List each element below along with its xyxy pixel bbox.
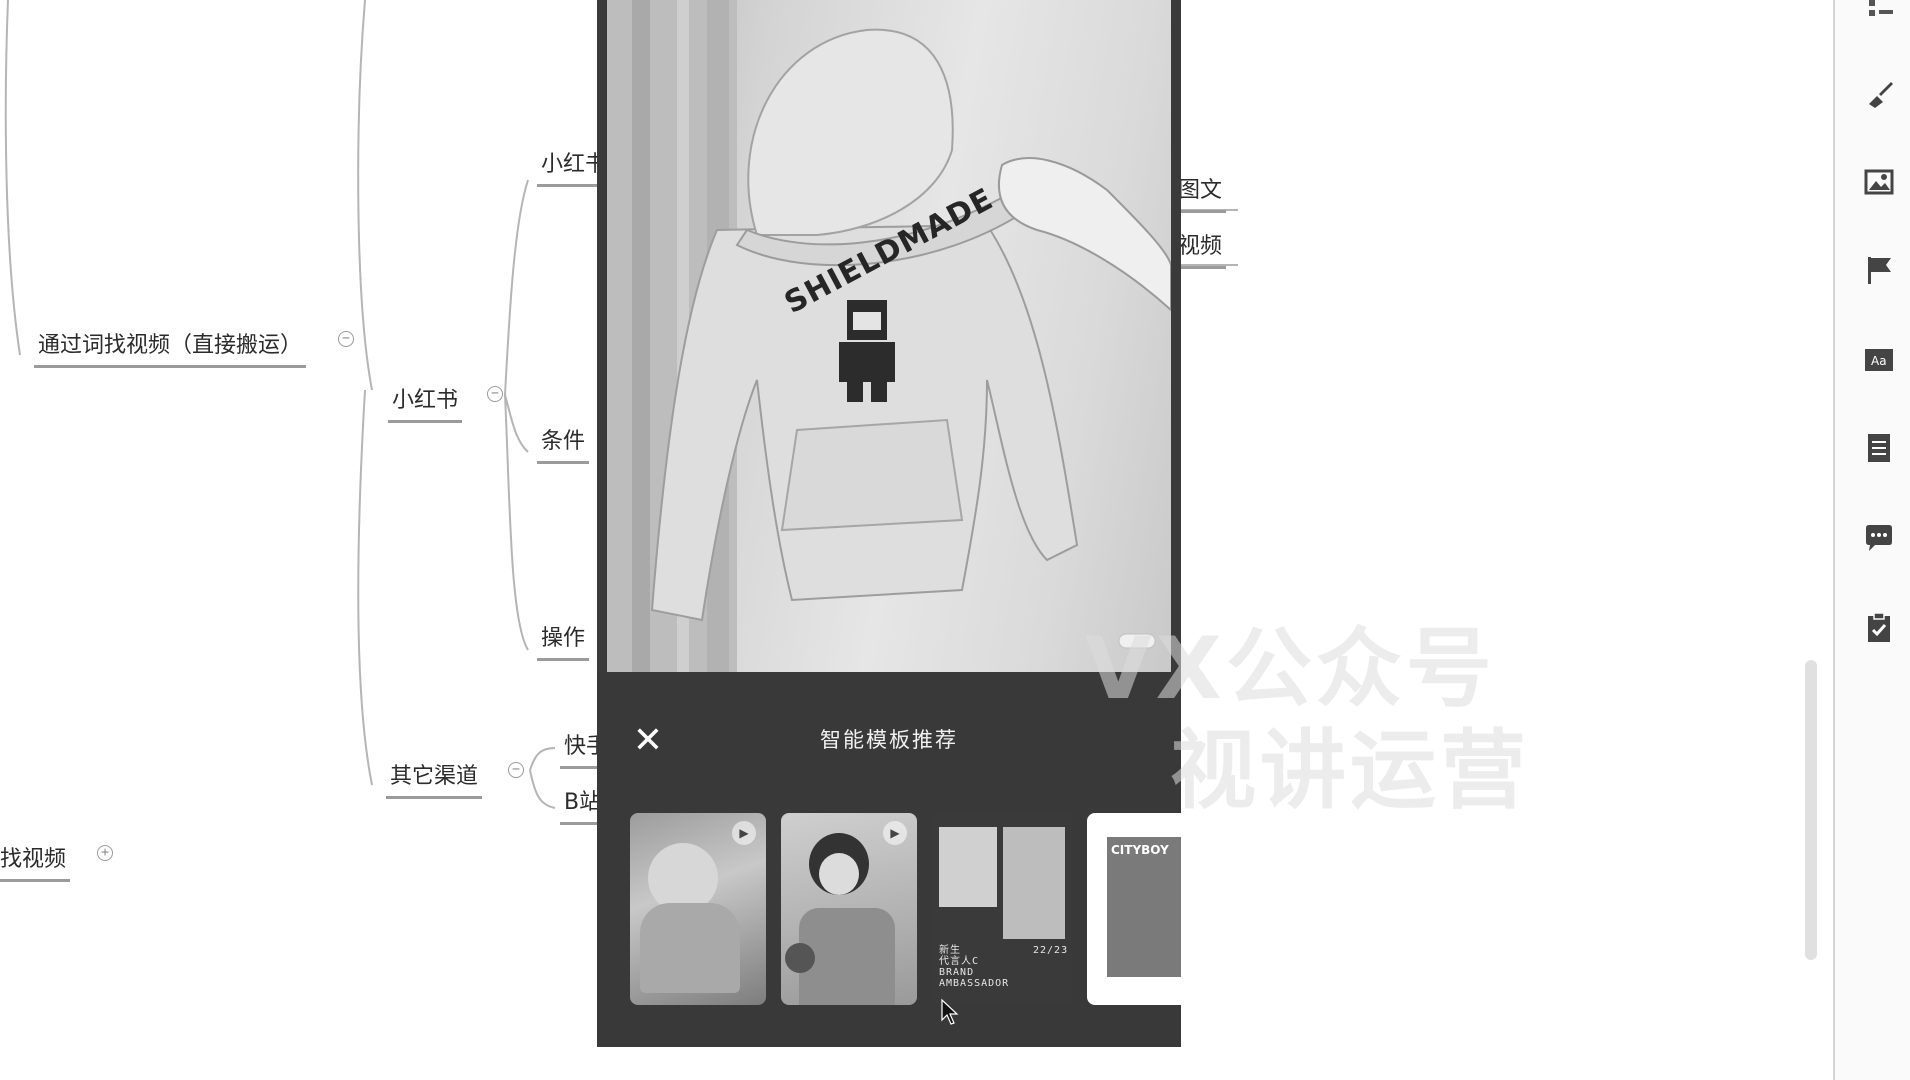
template-card-4[interactable]: CITYBOY xyxy=(1087,813,1181,1005)
expand-toggle-icon[interactable]: + xyxy=(97,845,113,861)
node-image-text[interactable]: 图文 xyxy=(1176,172,1227,213)
template-date: 22/23 xyxy=(1033,945,1069,956)
template-brand-text: CITYBOY xyxy=(1111,843,1169,857)
svg-text:Aa: Aa xyxy=(1871,354,1887,368)
comment-icon[interactable] xyxy=(1863,522,1895,554)
node-video[interactable]: 视频 xyxy=(1176,228,1227,269)
collapse-toggle-icon[interactable]: − xyxy=(487,386,503,402)
mouse-cursor-icon xyxy=(941,998,959,1025)
template-text-line: AMBASSADOR xyxy=(939,978,1010,989)
template-panel: ✕ 智能模板推荐 ▶ ▶ 新生 代言人C BRAND AMBASSADOR 22… xyxy=(597,672,1181,1047)
node-operation[interactable]: 操作 xyxy=(537,620,590,661)
vertical-scrollbar[interactable] xyxy=(1805,660,1817,960)
template-text-line: 新生 xyxy=(939,945,961,956)
task-icon[interactable] xyxy=(1863,612,1895,644)
right-toolbar: Aa xyxy=(1833,0,1910,1080)
node-conditions[interactable]: 条件 xyxy=(537,423,590,464)
image-icon[interactable] xyxy=(1863,166,1895,198)
brush-icon[interactable] xyxy=(1863,78,1895,110)
collapse-toggle-icon[interactable]: − xyxy=(338,331,354,347)
play-icon: ▶ xyxy=(883,821,907,845)
phone-screen-overlay: SHIELDMADE ✕ 智能模板推荐 ▶ ▶ 新生 代言人C BRAND AM… xyxy=(597,0,1181,1047)
collapse-toggle-icon[interactable]: − xyxy=(508,762,524,778)
node-find-video[interactable]: 找视频 xyxy=(0,841,71,882)
outline-icon[interactable] xyxy=(1863,0,1895,32)
template-text-line: 代言人C xyxy=(939,956,980,967)
flag-icon[interactable] xyxy=(1863,254,1895,286)
node-xiaohongshu[interactable]: 小红书 xyxy=(388,382,463,423)
template-card-3[interactable]: 新生 代言人C BRAND AMBASSADOR 22/23 xyxy=(933,813,1073,1005)
text-box-icon[interactable]: Aa xyxy=(1863,344,1895,376)
watermark-line-2: 视讲运营 xyxy=(1170,721,1530,821)
panel-title: 智能模板推荐 xyxy=(820,728,958,752)
node-search-by-keyword[interactable]: 通过词找视频（直接搬运） xyxy=(34,327,307,368)
hoodie-illustration xyxy=(607,0,1171,672)
node-other-channels[interactable]: 其它渠道 xyxy=(386,758,483,799)
template-card-2[interactable]: ▶ xyxy=(781,813,917,1005)
template-card-1[interactable]: ▶ xyxy=(630,813,766,1005)
play-icon: ▶ xyxy=(732,821,756,845)
template-text-line: BRAND xyxy=(939,967,975,978)
note-icon[interactable] xyxy=(1863,432,1895,464)
hoodie-photo: SHIELDMADE xyxy=(607,0,1171,672)
